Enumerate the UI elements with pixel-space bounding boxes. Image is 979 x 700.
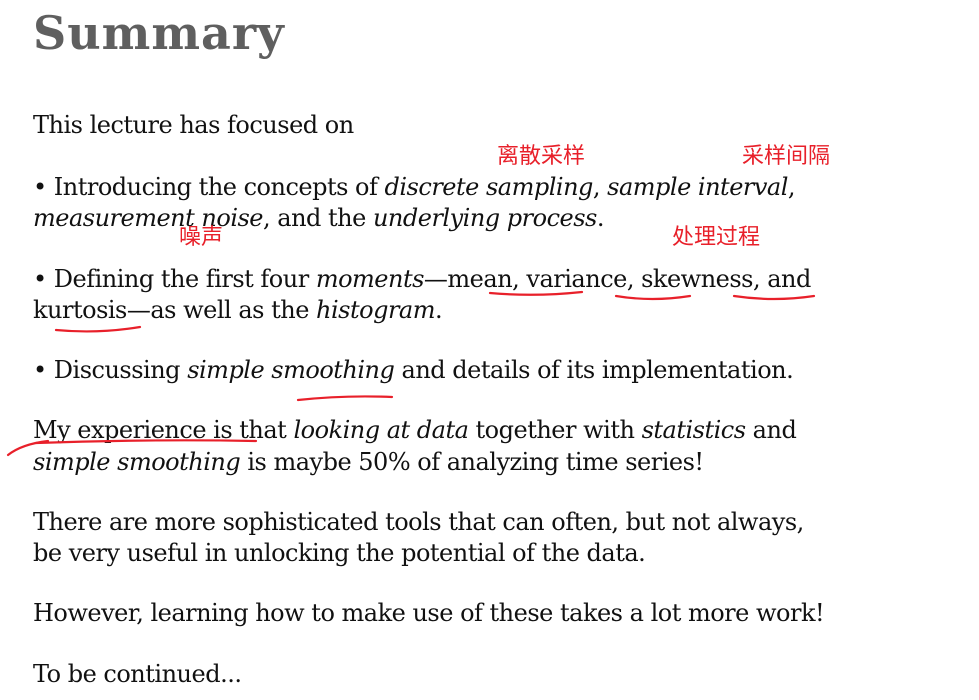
bullet-2-line-1: • Defining the first four moments—mean, … xyxy=(33,263,811,295)
intro-line: This lecture has focused on xyxy=(33,111,354,139)
text-run: Discussing xyxy=(46,356,188,384)
emphasis-statistics: statistics xyxy=(641,416,746,444)
paragraph-2-line-2: simple smoothing is maybe 50% of analyzi… xyxy=(33,446,704,478)
text-run: , and the xyxy=(263,204,373,232)
text-run: Defining the first four xyxy=(46,265,316,293)
bullet-marker: • xyxy=(33,356,47,384)
paragraph-2-line-1: My experience is that looking at data to… xyxy=(33,414,797,446)
annotation-underlying-process: 处理过程 xyxy=(672,225,761,250)
emphasis-histogram: histogram xyxy=(316,296,435,324)
text-run: and xyxy=(745,416,797,444)
annotation-discrete-sampling: 离散采样 xyxy=(497,144,586,169)
slide: Summary This lecture has focused on • In… xyxy=(0,0,979,700)
text-run: is maybe 50% of analyzing time series! xyxy=(240,448,704,476)
paragraph-4: However, learning how to make use of the… xyxy=(33,599,825,627)
annotation-measurement-noise: 噪声 xyxy=(179,225,224,250)
text-run: My experience is that xyxy=(33,416,294,444)
text-run: Introducing the concepts of xyxy=(46,173,385,201)
emphasis-simple-smoothing: simple smoothing xyxy=(33,448,241,476)
bullet-3-line: • Discussing simple smoothing and detail… xyxy=(33,354,794,386)
text-run: . xyxy=(596,204,605,232)
page-title: Summary xyxy=(33,6,285,60)
paragraph-3-line-1: There are more sophisticated tools that … xyxy=(33,508,804,536)
bullet-1-line-1: • Introducing the concepts of discrete s… xyxy=(33,171,796,203)
emphasis-looking-at-data: looking at data xyxy=(293,416,469,444)
text-run: , xyxy=(787,173,796,201)
underline-kurtosis xyxy=(54,325,142,333)
paragraph-3-line-2: be very useful in unlocking the potentia… xyxy=(33,539,646,567)
annotation-sample-interval: 采样间隔 xyxy=(742,144,831,169)
bullet-marker: • xyxy=(33,173,47,201)
bullet-1-line-2: measurement noise, and the underlying pr… xyxy=(33,202,604,234)
emphasis-moments: moments xyxy=(315,265,425,293)
underline-skewness xyxy=(732,294,816,301)
bullet-marker: • xyxy=(33,265,47,293)
emphasis-simple-smoothing: simple smoothing xyxy=(187,356,395,384)
emphasis-measurement-noise: measurement noise xyxy=(33,204,264,232)
emphasis-sample-interval: sample interval xyxy=(607,173,788,201)
text-run: together with xyxy=(468,416,642,444)
text-run: —mean, variance, skewness, and xyxy=(423,265,811,293)
bullet-2-line-2: kurtosis—as well as the histogram. xyxy=(33,294,443,326)
text-run: and details of its implementation. xyxy=(394,356,794,384)
underline-variance xyxy=(614,294,692,301)
emphasis-discrete-sampling: discrete sampling xyxy=(384,173,594,201)
text-run: , xyxy=(592,173,608,201)
paragraph-5: To be continued... xyxy=(33,660,242,688)
text-run: . xyxy=(435,296,443,324)
emphasis-underlying-process: underlying process xyxy=(372,204,597,232)
text-run: kurtosis—as well as the xyxy=(33,296,317,324)
handwritten-underlines xyxy=(6,290,816,457)
underline-simple-smoothing xyxy=(296,395,394,402)
